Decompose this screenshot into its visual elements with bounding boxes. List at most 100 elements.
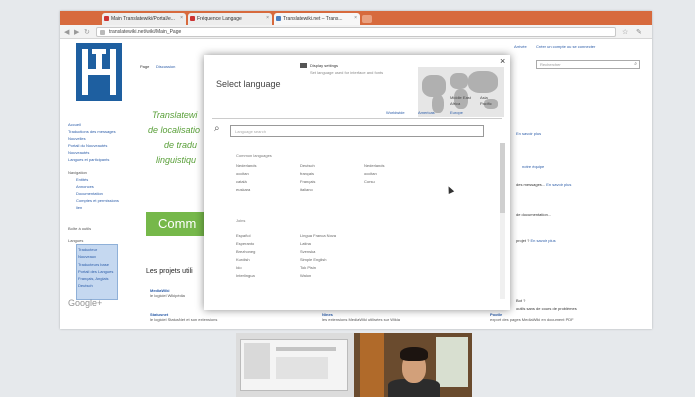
tab-label: Fréquence Langage [197,16,242,22]
info-line[interactable]: En savoir plus [516,131,541,136]
close-tab-icon[interactable]: × [266,15,269,21]
language-item[interactable]: Nederlands [364,162,384,170]
language-search-input[interactable]: Language search [230,125,484,137]
language-column: Nederlands occitan Corsu [364,162,384,186]
display-settings-button[interactable]: Display settings Set language used for i… [310,63,383,75]
info-line[interactable]: de documentation... [516,212,551,217]
common-languages-heading: Common languages [236,153,272,158]
sidebar-link[interactable]: Nouveaux [78,254,96,259]
region-tab[interactable]: Worldwide [386,110,405,115]
language-item[interactable]: Walon [300,272,336,280]
sidebar-link[interactable]: Nouveautés [68,150,89,155]
sidebar-link[interactable]: Traducteurs base [78,262,109,267]
sidebar-link[interactable]: Nouvelles [68,136,86,141]
tab-discussion[interactable]: Discussion [156,64,175,69]
scrollbar-thumb[interactable] [500,143,505,213]
language-item[interactable]: Interlingua [236,272,255,280]
sidebar-heading-navigation[interactable]: Navigation [68,170,87,175]
close-tab-icon[interactable]: × [180,15,183,21]
search-icon[interactable]: ⌕ [634,61,637,67]
info-line[interactable]: des messages... En savoir plus [516,182,571,187]
hero-line: de localisatio [148,125,201,135]
url-text: translatewiki.net/wiki/Main_Page [109,29,182,35]
page-icon [100,30,105,35]
forward-icon[interactable]: ▶ [74,28,79,36]
screen: Main Translatewiki/Portal/e... × Fréquen… [0,0,695,397]
language-item[interactable]: Latina [300,240,336,248]
close-icon[interactable]: × [500,56,505,66]
hero-line: de tradu [164,140,198,150]
info-line[interactable]: outils sans de cours de problèmes [516,306,577,311]
map-region-label[interactable]: Africa [450,101,460,106]
region-tab[interactable]: Americas [418,110,435,115]
map-region-label[interactable]: Pacific [480,101,492,106]
sidebar-link[interactable]: Accueil [68,122,81,127]
language-item[interactable]: Ido [236,264,255,272]
wrench-icon[interactable]: ✎ [636,28,642,36]
info-line[interactable]: Bot ? [516,298,525,303]
language-item[interactable]: Lingua Franca Nova [300,232,336,240]
language-item[interactable]: euskara [236,186,256,194]
language-item[interactable]: Deutsch [300,162,315,170]
sidebar-link[interactable]: Entités [76,177,88,182]
project-item[interactable]: MediaWiki le logiciel Wikipédia [150,288,185,298]
language-column: Nederlands occitan català euskara [236,162,256,194]
sidebar-link[interactable]: Français, Anglais [78,276,108,281]
language-item[interactable]: Simple English [300,256,336,264]
favicon-icon [190,16,195,21]
map-region-label[interactable]: Asia [480,95,488,100]
sidebar-link[interactable]: Portail des Langues [78,269,113,274]
project-item[interactable]: Pootle export des pages MediaWiki en docu… [490,312,574,322]
sidebar-link[interactable]: Traducteur [78,247,97,252]
project-item[interactable]: Nines les extensions MediaWiki utilisées … [322,312,400,322]
sidebar-link[interactable]: Portail du Nouveautés [68,143,107,148]
reload-icon[interactable]: ↻ [84,28,90,36]
sidebar-link[interactable]: lien [76,205,82,210]
project-item[interactable]: Statusnet le logiciel StatusNet et son ex… [150,312,217,322]
browser-tab-active[interactable]: Translatewiki.net – Trans... × [274,13,360,25]
star-icon[interactable]: ☆ [622,28,628,36]
language-item[interactable]: Brezhoneg [236,248,255,256]
language-item[interactable]: italiano [300,186,315,194]
sidebar-link[interactable]: Comptes et permissions [76,198,119,203]
new-tab-button[interactable] [362,15,372,23]
sidebar-link[interactable]: Deutsch [78,283,93,288]
language-item[interactable]: Nederlands [236,162,256,170]
address-bar[interactable]: translatewiki.net/wiki/Main_Page [96,27,616,37]
language-item[interactable]: Tok Pisin [300,264,336,272]
user-link[interactable]: Arrivée [514,44,527,49]
hero-line: Translatewi [152,110,198,120]
language-item[interactable]: català [236,178,256,186]
divider [212,118,502,119]
tab-page[interactable]: Page [140,64,149,69]
region-tab[interactable]: Europe [450,110,463,115]
login-link[interactable]: Créer un compte ou se connecter [536,44,595,49]
google-plus-badge[interactable]: Google+ [68,298,102,308]
browser-window: Main Translatewiki/Portal/e... × Fréquen… [60,11,652,329]
browser-tab[interactable]: Main Translatewiki/Portal/e... × [102,13,186,25]
map-region-label[interactable]: Middle East [450,95,471,100]
language-item[interactable]: Español [236,232,255,240]
language-item[interactable]: occitan [236,170,256,178]
sidebar-link[interactable]: Annonces [76,184,94,189]
info-line[interactable]: notre équipe [522,164,544,169]
sidebar-heading-tools[interactable]: Boîte à outils [68,226,91,231]
sidebar-link[interactable]: Documentation [76,191,103,196]
browser-tab[interactable]: Fréquence Langage × [188,13,272,25]
back-icon[interactable]: ◀ [64,28,69,36]
language-item[interactable]: Kurdish [236,256,255,264]
screen-share-thumbnail [236,333,354,397]
language-item[interactable]: Svenska [300,248,336,256]
search-icon: ⌕ [214,123,220,134]
sidebar-link[interactable]: Langues et participants [68,157,109,162]
info-line[interactable]: projet ? En savoir plus [516,238,556,243]
search-input[interactable]: Rechercher ⌕ [536,60,640,69]
language-item[interactable]: français [300,170,315,178]
language-item[interactable]: occitan [364,170,384,178]
language-item[interactable]: Français [300,178,315,186]
close-tab-icon[interactable]: × [354,15,357,21]
sidebar-heading-languages[interactable]: Langues [68,238,83,243]
language-item[interactable]: Esperanto [236,240,255,248]
sidebar-link[interactable]: Traductions des messages [68,129,116,134]
language-item[interactable]: Corsu [364,178,384,186]
